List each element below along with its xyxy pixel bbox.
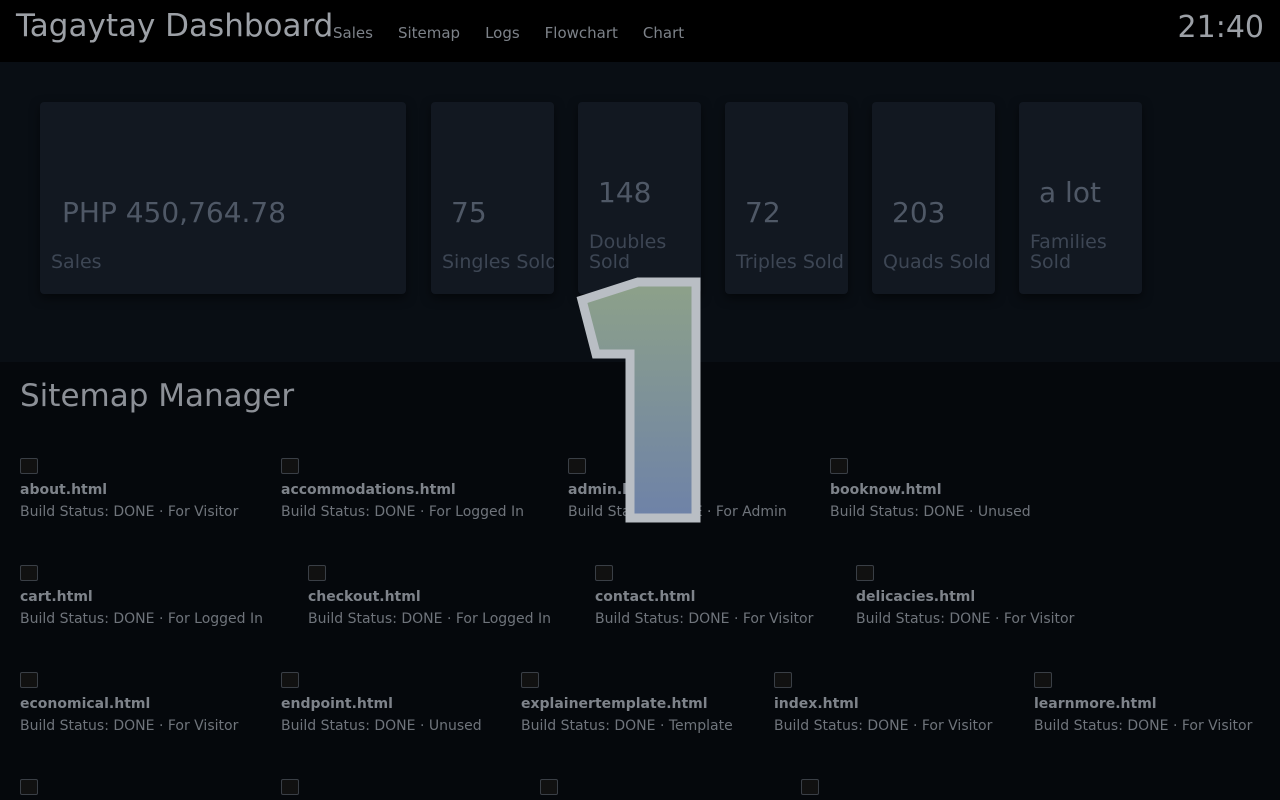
sitemap-item[interactable]: cart.html Build Status: DONE · For Logge…	[20, 565, 280, 627]
file-name[interactable]: endpoint.html	[281, 696, 541, 712]
file-thumbnail	[308, 565, 326, 581]
file-status: Build Status: DONE · Template	[521, 718, 733, 734]
file-name[interactable]: learnmore.html	[1034, 696, 1274, 712]
file-status: Build Status: DONE · For Logged In	[20, 611, 264, 627]
stat-card-families: a lot Families Sold	[1019, 102, 1142, 294]
stat-label: Singles Sold	[442, 251, 554, 273]
file-thumbnail	[595, 565, 613, 581]
file-status: Build Status: DONE · For Visitor	[20, 504, 239, 520]
file-name[interactable]: contact.html	[595, 589, 855, 605]
file-thumbnail	[830, 458, 848, 474]
file-status: Build Status: DONE · For Visitor	[1034, 718, 1253, 734]
sitemap-item[interactable]: contact.html Build Status: DONE · For Vi…	[595, 565, 855, 627]
file-name[interactable]: about.html	[20, 482, 280, 498]
stat-card-singles: 75 Singles Sold	[431, 102, 554, 294]
file-status: Build Status: DONE · For Logged In	[308, 611, 552, 627]
nav-logs[interactable]: Logs	[485, 24, 520, 42]
nav-flowchart[interactable]: Flowchart	[545, 24, 618, 42]
file-thumbnail	[281, 458, 299, 474]
stat-label: Quads Sold	[883, 251, 991, 273]
stat-value: 203	[892, 196, 946, 229]
file-status: Build Status: DONE · For Logged In	[281, 504, 525, 520]
sitemap-item[interactable]: index.html Build Status: DONE · For Visi…	[774, 672, 1034, 734]
file-name[interactable]: delicacies.html	[856, 589, 1116, 605]
stat-value: 72	[745, 196, 781, 229]
file-name[interactable]: checkout.html	[308, 589, 568, 605]
file-name[interactable]: economical.html	[20, 696, 280, 712]
file-thumbnail	[521, 672, 539, 688]
file-name[interactable]: explainertemplate.html	[521, 696, 781, 712]
file-status: Build Status: DONE · For Visitor	[856, 611, 1075, 627]
stat-card-triples: 72 Triples Sold	[725, 102, 848, 294]
stat-value: a lot	[1039, 176, 1101, 209]
file-status: Build Status: DONE · For Visitor	[774, 718, 993, 734]
file-thumbnail	[856, 565, 874, 581]
stat-card-sales: PHP 450,764.78 Sales	[40, 102, 406, 294]
stat-label: Families Sold	[1030, 231, 1107, 273]
nav-sitemap[interactable]: Sitemap	[398, 24, 460, 42]
stat-value: 75	[451, 196, 487, 229]
sitemap-item[interactable]: learnmore.html Build Status: DONE · For …	[1034, 672, 1274, 734]
file-name[interactable]: accommodations.html	[281, 482, 541, 498]
sitemap-item[interactable]: accommodations.html Build Status: DONE ·…	[281, 458, 541, 520]
file-status: Build Status: DONE · For Visitor	[20, 718, 239, 734]
sitemap-item[interactable]: economical.html Build Status: DONE · For…	[20, 672, 280, 734]
clock: 21:40	[1177, 10, 1264, 45]
sitemap-item[interactable]: checkout.html Build Status: DONE · For L…	[308, 565, 568, 627]
nav-chart[interactable]: Chart	[643, 24, 684, 42]
sitemap-item[interactable]: about.html Build Status: DONE · For Visi…	[20, 458, 280, 520]
file-name[interactable]: booknow.html	[830, 482, 1090, 498]
stat-value: PHP 450,764.78	[62, 196, 287, 229]
file-thumbnail	[20, 458, 38, 474]
stat-label: Sales	[51, 251, 102, 273]
file-name[interactable]: cart.html	[20, 589, 280, 605]
file-thumbnail	[801, 779, 819, 795]
stat-label: Triples Sold	[736, 251, 844, 273]
main-nav: Sales Sitemap Logs Flowchart Chart	[333, 24, 709, 42]
file-thumbnail	[540, 779, 558, 795]
file-thumbnail	[281, 672, 299, 688]
file-thumbnail	[20, 672, 38, 688]
top-bar: Tagaytay Dashboard Sales Sitemap Logs Fl…	[0, 0, 1280, 62]
sitemap-title: Sitemap Manager	[20, 378, 295, 414]
app-title: Tagaytay Dashboard	[16, 8, 334, 44]
stat-card-doubles: 148 Doubles Sold	[578, 102, 701, 294]
file-thumbnail	[20, 779, 38, 795]
sitemap-item[interactable]: endpoint.html Build Status: DONE · Unuse…	[281, 672, 541, 734]
file-thumbnail	[20, 565, 38, 581]
stat-value: 148	[598, 176, 652, 209]
countdown-overlay: 1	[576, 277, 701, 523]
file-thumbnail	[774, 672, 792, 688]
file-name[interactable]: index.html	[774, 696, 1034, 712]
sitemap-item[interactable]: explainertemplate.html Build Status: DON…	[521, 672, 781, 734]
file-status: Build Status: DONE · Unused	[830, 504, 1031, 520]
stat-label: Doubles Sold	[589, 231, 667, 273]
stat-card-quads: 203 Quads Sold	[872, 102, 995, 294]
nav-sales[interactable]: Sales	[333, 24, 373, 42]
file-status: Build Status: DONE · For Visitor	[595, 611, 814, 627]
sitemap-item[interactable]: delicacies.html Build Status: DONE · For…	[856, 565, 1116, 627]
file-thumbnail	[281, 779, 299, 795]
sitemap-item[interactable]: booknow.html Build Status: DONE · Unused	[830, 458, 1090, 520]
file-status: Build Status: DONE · Unused	[281, 718, 482, 734]
file-thumbnail	[1034, 672, 1052, 688]
